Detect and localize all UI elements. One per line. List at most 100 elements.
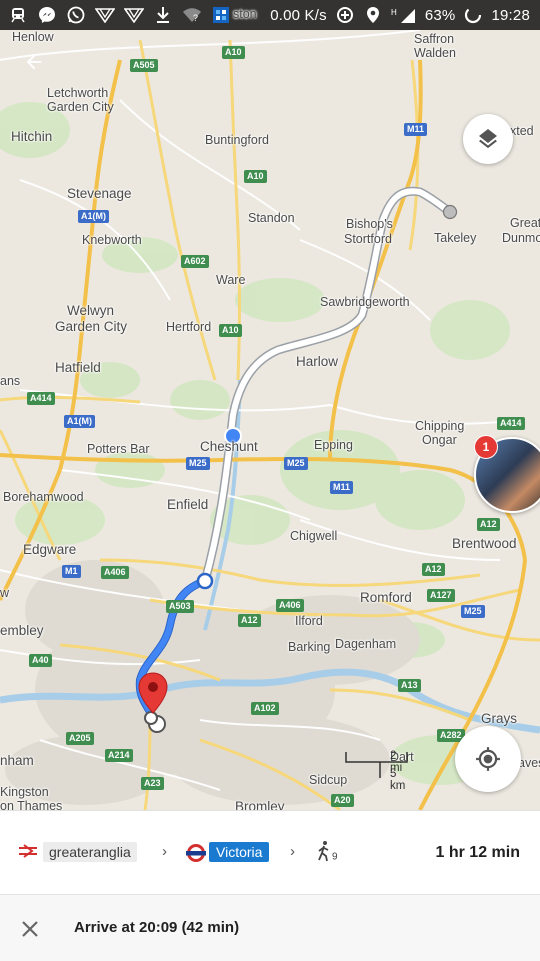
arrive-bar: Arrive at 20:09 (42 min) [0, 894, 540, 961]
road-badge: M1 [62, 565, 81, 578]
road-badge: M25 [284, 457, 308, 470]
svg-text:H: H [391, 8, 397, 17]
whatsapp-icon [66, 6, 86, 24]
road-badge: A10 [244, 170, 267, 183]
road-badge: A414 [497, 417, 525, 430]
road-badge: A505 [130, 59, 158, 72]
map-label: Brentwood [452, 536, 517, 551]
road-badge: M25 [186, 457, 210, 470]
map-label: Grays [481, 711, 518, 726]
chevron-right-icon: › [290, 843, 295, 860]
road-badge: A1(M) [64, 415, 95, 428]
map-label: Chigwell [290, 529, 338, 543]
map-label: Garden City [55, 319, 128, 334]
close-button[interactable] [18, 917, 42, 941]
map-label: Cheshunt [200, 439, 258, 454]
download-icon [153, 6, 173, 24]
map-label: Epping [314, 438, 353, 452]
map-label: Hatfield [55, 360, 101, 375]
walk-icon: 9 [316, 840, 338, 862]
map-label: Ongar [422, 433, 457, 447]
road-badge: A406 [101, 566, 129, 579]
close-icon [22, 921, 38, 937]
map-label: Standon [248, 211, 295, 225]
road-badge: A10 [219, 324, 242, 337]
arrow-left-icon [26, 54, 42, 70]
map-label: Stortford [344, 232, 392, 246]
map-label: Garden City [47, 100, 114, 114]
messenger-icon [37, 6, 57, 24]
map-label: Dagenham [335, 637, 397, 651]
map-label: Ilford [295, 614, 323, 628]
road-badge: A40 [29, 654, 52, 667]
road-badge: A12 [422, 563, 445, 576]
map-label: Takeley [434, 231, 477, 245]
road-badge: A10 [222, 46, 245, 59]
trip-duration: 1 hr 12 min [435, 844, 520, 861]
map-label: Bishop's [346, 217, 393, 231]
status-bar: ? 0.00 K/s H 63% 19:28 [0, 0, 540, 30]
chevron-right-icon: › [162, 843, 167, 860]
road-badge: A20 [331, 794, 354, 807]
route-summary[interactable]: greateranglia › Victoria › 9 1 hr 12 min [0, 810, 540, 895]
map-label: Bromley [235, 799, 285, 810]
wifi-question-icon: ? [182, 6, 202, 24]
road-badge: A127 [427, 589, 455, 602]
map-label: Buntingford [205, 133, 269, 147]
map-label: Ware [216, 273, 246, 287]
map-view[interactable]: Henlow Saffron Walden Letchworth Garden … [0, 0, 540, 810]
data-saver-icon [335, 6, 355, 24]
map-label: Edgware [23, 542, 77, 557]
my-location-button[interactable] [455, 726, 521, 792]
map-label: Sidcup [309, 773, 348, 787]
map-label: Dunmo [502, 231, 540, 245]
map-label: Great [510, 216, 540, 230]
road-badge: A13 [398, 679, 421, 692]
underground-roundel-icon [186, 844, 206, 862]
map-label: Stevenage [67, 186, 132, 201]
road-badge: A214 [105, 749, 133, 762]
map-label: Saffron [414, 32, 455, 46]
map-label: w [0, 586, 10, 600]
vodafone-icon [95, 6, 115, 24]
train-notification-icon [8, 6, 28, 24]
road-badge: A102 [251, 702, 279, 715]
svg-text:?: ? [193, 13, 198, 23]
back-button[interactable] [18, 46, 50, 78]
rail-operator-chip: greateranglia [43, 842, 137, 862]
map-label: Chipping [415, 419, 465, 433]
map-label: nham [0, 753, 34, 768]
map-label: xted [510, 124, 534, 138]
map-label: Enfield [167, 497, 209, 512]
road-badge: A406 [276, 599, 304, 612]
road-badge: M25 [461, 605, 485, 618]
road-badge: A503 [166, 600, 194, 613]
map-label: Sawbridgeworth [320, 295, 410, 309]
map-label: Knebworth [82, 233, 142, 247]
arrival-time: Arrive at 20:09 (42 min) [74, 919, 240, 936]
map-label: Hertford [166, 320, 212, 334]
layers-button[interactable] [463, 114, 513, 164]
map-pin-icon[interactable] [138, 672, 168, 714]
scale-km: 5 km [390, 768, 406, 792]
walk-minutes: 9 [332, 851, 338, 863]
map-label: Harlow [296, 354, 339, 369]
map-label: Potters Bar [87, 442, 150, 456]
road-badge: M11 [404, 123, 428, 136]
battery-icon [463, 6, 483, 24]
road-badge: A602 [181, 255, 209, 268]
road-badge: A12 [477, 518, 500, 531]
road-badge: M11 [330, 481, 354, 494]
vodafone-icon [124, 6, 144, 24]
road-badge: A12 [238, 614, 261, 627]
my-location-icon [476, 747, 500, 771]
map-label: Henlow [12, 30, 54, 44]
road-badge: A205 [66, 732, 94, 745]
rail-icon [19, 844, 37, 858]
clock: 19:28 [491, 6, 530, 24]
road-badge: A1(M) [78, 210, 109, 223]
network-speed: 0.00 K/s [270, 6, 327, 24]
road-badge: A414 [27, 392, 55, 405]
signal-icon: H [391, 6, 417, 24]
map-label: Borehamwood [3, 490, 84, 504]
